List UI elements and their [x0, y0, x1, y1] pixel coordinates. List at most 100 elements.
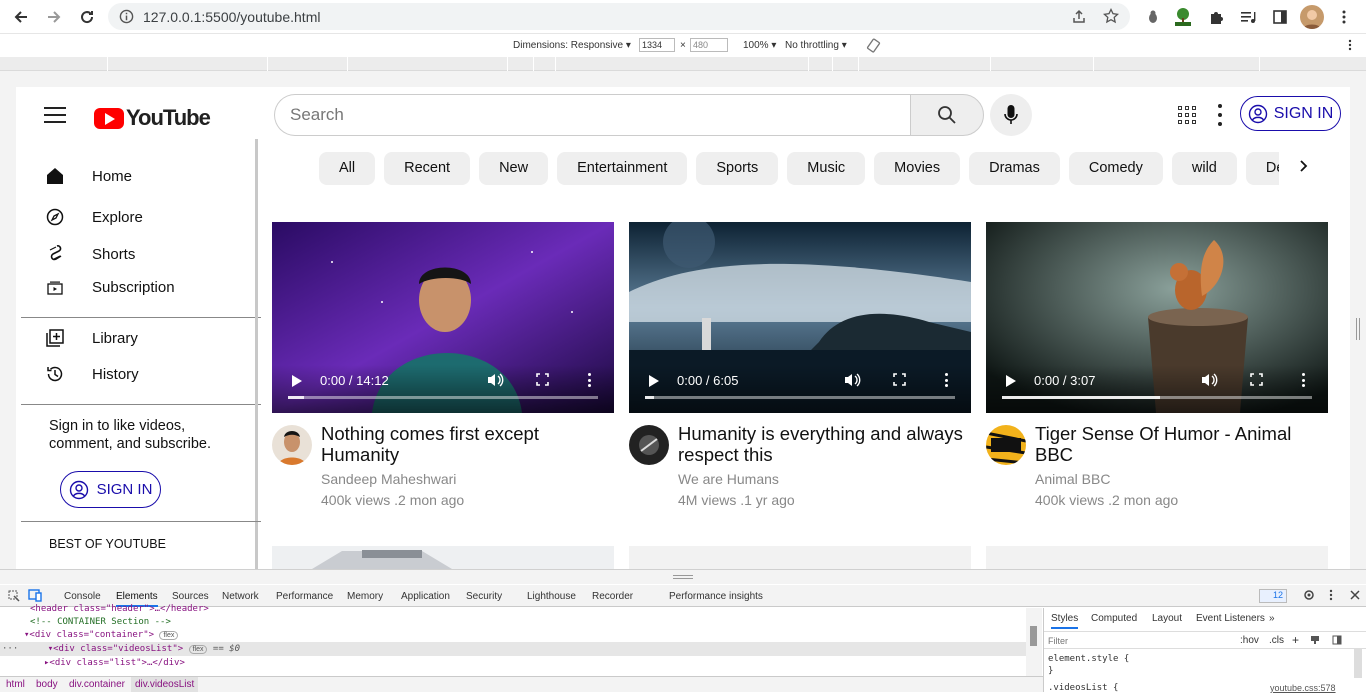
- styles-scrollbar[interactable]: [1354, 648, 1362, 678]
- devtools-menu-icon[interactable]: [1329, 589, 1333, 601]
- video-options-icon[interactable]: [588, 373, 592, 387]
- search-input[interactable]: [275, 95, 911, 135]
- viewport-resize-handle[interactable]: [1356, 318, 1360, 340]
- play-icon[interactable]: [649, 375, 659, 387]
- chip-new[interactable]: New: [479, 152, 549, 185]
- channel-avatar[interactable]: [986, 425, 1026, 465]
- back-arrow-icon[interactable]: [9, 5, 33, 29]
- chip-movies[interactable]: Movies: [874, 152, 961, 185]
- share-icon[interactable]: [1071, 9, 1087, 25]
- seek-bar[interactable]: [288, 396, 598, 399]
- sign-in-button[interactable]: SIGN IN: [1240, 96, 1341, 131]
- elements-scrollbar[interactable]: [1026, 608, 1042, 676]
- dom-line[interactable]: ▾<div class="container"> flex: [24, 630, 179, 640]
- rotate-icon[interactable]: [866, 38, 881, 53]
- hamburger-menu-icon[interactable]: [44, 107, 66, 125]
- throttling-dropdown[interactable]: No throttling ▾: [785, 40, 847, 51]
- tab-performance[interactable]: Performance: [276, 591, 333, 602]
- video-title[interactable]: Nothing comes first except Humanity: [321, 423, 611, 465]
- sidebar-item-home[interactable]: Home: [44, 165, 132, 187]
- tab-layout[interactable]: Layout: [1152, 613, 1182, 624]
- video-options-icon[interactable]: [945, 373, 949, 387]
- chip-dramas[interactable]: Dramas: [969, 152, 1060, 185]
- fullscreen-icon[interactable]: [536, 373, 549, 386]
- sidebar-sign-in-button[interactable]: SIGN IN: [60, 471, 161, 508]
- channel-avatar[interactable]: [272, 425, 312, 465]
- device-toggle-icon[interactable]: [28, 589, 42, 602]
- sidebar-item-library[interactable]: Library: [44, 327, 138, 349]
- chip-all[interactable]: All: [319, 152, 376, 185]
- close-devtools-icon[interactable]: [1350, 590, 1360, 600]
- info-icon[interactable]: [119, 9, 134, 24]
- add-rule-icon[interactable]: +: [1292, 633, 1299, 647]
- devtools-resize-handle[interactable]: [0, 569, 1366, 584]
- dom-line[interactable]: <header class="header">…</header>: [30, 604, 209, 614]
- chip-deba[interactable]: Deba: [1245, 152, 1279, 185]
- dom-line-selected[interactable]: ··· ▾<div class="videosList"> flex == $0: [2, 644, 240, 654]
- fullscreen-icon[interactable]: [893, 373, 906, 386]
- device-height-input[interactable]: 480: [690, 38, 728, 52]
- breadcrumb-body[interactable]: body: [36, 679, 58, 690]
- address-bar[interactable]: 127.0.0.1:5500/youtube.html: [108, 3, 1130, 30]
- video-player[interactable]: 0:00 / 6:05: [629, 222, 971, 413]
- more-vertical-icon[interactable]: [1216, 104, 1224, 126]
- search-button[interactable]: [910, 94, 984, 136]
- styles-filter-input[interactable]: [1048, 634, 1218, 647]
- tab-styles[interactable]: Styles: [1051, 613, 1079, 629]
- video-player[interactable]: 0:00 / 14:12: [272, 222, 614, 413]
- seek-bar[interactable]: [645, 396, 955, 399]
- chevron-right-icon[interactable]: [1298, 159, 1314, 179]
- zoom-dropdown[interactable]: 100% ▾: [743, 40, 776, 51]
- dom-line[interactable]: ▸<div class="list">…</div>: [44, 658, 185, 668]
- html-tree-extension-icon[interactable]: [1173, 7, 1193, 27]
- tab-recorder[interactable]: Recorder: [592, 591, 633, 602]
- paint-brush-icon[interactable]: [1310, 635, 1320, 645]
- profile-avatar[interactable]: [1300, 5, 1324, 29]
- tab-network[interactable]: Network: [222, 591, 259, 602]
- tab-memory[interactable]: Memory: [347, 591, 383, 602]
- video-card-partial[interactable]: [272, 546, 614, 569]
- chip-sports[interactable]: Sports: [696, 152, 779, 185]
- device-width-input[interactable]: 1334: [639, 38, 675, 52]
- volume-icon[interactable]: [486, 371, 504, 389]
- sidebar-toggle-icon[interactable]: [1332, 635, 1342, 645]
- tab-elements[interactable]: Elements: [116, 591, 158, 607]
- element-style-rule[interactable]: element.style {: [1048, 654, 1129, 664]
- voice-search-button[interactable]: [990, 94, 1032, 136]
- video-title[interactable]: Tiger Sense Of Humor - Animal BBC: [1035, 423, 1325, 465]
- bookmark-star-icon[interactable]: [1103, 8, 1119, 24]
- play-icon[interactable]: [1006, 375, 1016, 387]
- tab-security[interactable]: Security: [466, 591, 502, 602]
- tab-event-listeners[interactable]: Event Listeners: [1196, 613, 1265, 624]
- video-player[interactable]: 0:00 / 3:07: [986, 222, 1328, 413]
- video-card-partial[interactable]: [986, 546, 1328, 569]
- tab-computed[interactable]: Computed: [1091, 613, 1137, 624]
- puzzle-extensions-icon[interactable]: [1206, 7, 1226, 27]
- volume-icon[interactable]: [843, 371, 861, 389]
- issues-badge[interactable]: 12: [1259, 589, 1287, 603]
- class-toggle[interactable]: .cls: [1269, 635, 1284, 646]
- channel-name[interactable]: Sandeep Maheshwari: [321, 471, 456, 487]
- dimensions-dropdown[interactable]: Dimensions: Responsive ▾: [513, 40, 631, 51]
- media-query-ruler[interactable]: [0, 57, 1366, 71]
- device-toolbar-menu-icon[interactable]: [1348, 39, 1352, 51]
- channel-name[interactable]: We are Humans: [678, 471, 779, 487]
- more-tabs-icon[interactable]: »: [1269, 613, 1275, 624]
- fullscreen-icon[interactable]: [1250, 373, 1263, 386]
- chip-entertainment[interactable]: Entertainment: [557, 152, 688, 185]
- tab-console[interactable]: Console: [64, 591, 101, 602]
- bug-extension-icon[interactable]: [1143, 7, 1163, 27]
- tab-sources[interactable]: Sources: [172, 591, 209, 602]
- dom-comment[interactable]: <!-- CONTAINER Section -->: [30, 617, 171, 627]
- tab-application[interactable]: Application: [401, 591, 450, 602]
- reload-icon[interactable]: [75, 5, 99, 29]
- settings-gear-icon[interactable]: [1303, 589, 1315, 601]
- breadcrumb-container[interactable]: div.container: [69, 679, 125, 690]
- sidebar-item-explore[interactable]: Explore: [44, 206, 143, 228]
- video-options-icon[interactable]: [1302, 373, 1306, 387]
- sidebar-scrollbar[interactable]: [255, 139, 258, 569]
- chip-comedy[interactable]: Comedy: [1068, 152, 1163, 185]
- play-icon[interactable]: [292, 375, 302, 387]
- youtube-logo[interactable]: YouTube: [94, 105, 211, 131]
- hover-state-toggle[interactable]: :hov: [1240, 635, 1259, 646]
